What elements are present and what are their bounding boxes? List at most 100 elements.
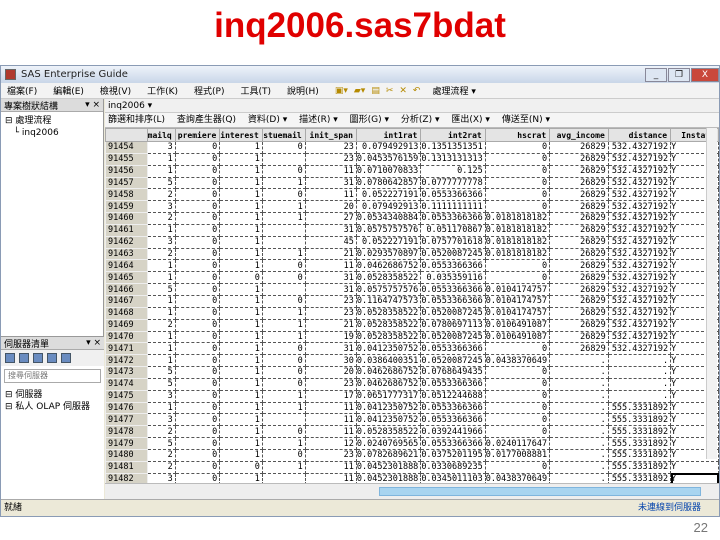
table-cell[interactable]: 0 <box>219 461 263 474</box>
table-cell[interactable]: 1 <box>219 449 263 462</box>
table-cell[interactable]: 2 <box>147 461 176 474</box>
filter-sort-button[interactable]: 篩選和排序(L) <box>108 115 165 125</box>
table-cell[interactable]: 555.3331892 <box>608 402 672 415</box>
table-cell[interactable]: 31 <box>305 224 357 237</box>
table-cell[interactable]: 30 <box>305 354 357 368</box>
table-cell[interactable]: 20 <box>305 200 357 214</box>
table-cell[interactable]: 0.0780697113 <box>420 319 486 332</box>
list-icon[interactable] <box>61 353 71 363</box>
table-cell[interactable]: 1 <box>147 307 176 320</box>
column-header-int1rat[interactable]: int1rat <box>355 128 422 142</box>
table-cell[interactable]: 0.0520087245 <box>420 354 486 368</box>
save-icon[interactable]: ▤ <box>371 86 380 96</box>
table-cell[interactable]: 11 <box>305 188 357 202</box>
table-cell[interactable]: 1 <box>262 248 306 261</box>
table-cell[interactable]: 0.0240769565 <box>356 437 422 450</box>
table-cell[interactable]: 1 <box>219 354 263 368</box>
row-number[interactable]: 91457 <box>105 176 148 190</box>
table-cell[interactable]: 0 <box>485 141 551 154</box>
table-cell[interactable]: 0 <box>175 354 221 368</box>
table-cell[interactable]: 0.1164747573 <box>356 295 422 308</box>
table-cell[interactable]: 1 <box>219 413 263 427</box>
horizontal-scrollbar[interactable] <box>105 483 719 499</box>
table-cell[interactable]: 11 <box>305 165 357 178</box>
server-item-olap[interactable]: ⊟ 私人 OLAP 伺服器 <box>5 401 100 413</box>
table-cell[interactable]: 0 <box>175 319 221 332</box>
row-number[interactable]: 91471 <box>105 342 148 356</box>
table-cell[interactable]: 0.0534340884 <box>356 212 422 225</box>
table-cell[interactable]: 0 <box>485 413 551 427</box>
table-cell[interactable]: 0.0553366366 <box>420 402 486 415</box>
table-cell[interactable]: 26829 <box>549 307 609 320</box>
row-number[interactable]: 91476 <box>105 401 148 415</box>
table-cell[interactable]: 1 <box>147 331 176 344</box>
table-cell[interactable]: 0 <box>262 165 306 178</box>
table-cell[interactable]: . <box>549 425 609 439</box>
table-cell[interactable]: 0 <box>175 200 221 214</box>
row-number[interactable]: 91466 <box>105 283 148 296</box>
table-cell[interactable]: 0.0528358522 <box>356 331 422 344</box>
table-cell[interactable]: 532.4327192 <box>608 212 672 225</box>
table-cell[interactable]: 0.0392441966 <box>420 425 486 439</box>
row-number[interactable]: 91475 <box>105 389 148 403</box>
table-cell[interactable]: 0 <box>175 307 221 320</box>
table-cell[interactable]: . <box>549 461 609 474</box>
table-cell[interactable]: 555.3331892 <box>608 437 672 450</box>
table-cell[interactable]: 0 <box>485 402 551 415</box>
table-cell[interactable]: 2 <box>147 425 176 439</box>
table-cell[interactable]: 0.0106491087 <box>485 331 551 344</box>
table-cell[interactable]: 0.0181818182 <box>485 236 551 249</box>
table-cell[interactable]: 0.0782689621 <box>356 449 422 462</box>
column-header-int2rat[interactable]: int2rat <box>420 128 486 142</box>
tree-item-process-flow[interactable]: ⊟ 處理流程 <box>5 115 99 127</box>
table-cell[interactable]: 26829 <box>549 165 609 178</box>
undo-icon[interactable]: ↶ <box>413 86 421 96</box>
table-cell[interactable]: 0.0104174757 <box>485 307 551 320</box>
table-cell[interactable]: 0 <box>485 366 551 379</box>
table-cell[interactable]: 0 <box>262 378 306 391</box>
table-cell[interactable]: 23 <box>305 153 357 166</box>
table-cell[interactable]: Y <box>670 461 719 474</box>
table-cell[interactable]: 2 <box>147 319 176 332</box>
table-cell[interactable] <box>262 153 306 166</box>
row-number[interactable]: 91464 <box>105 259 148 273</box>
table-cell[interactable]: 532.4327192 <box>608 295 672 308</box>
table-cell[interactable]: 0 <box>175 212 221 225</box>
table-cell[interactable]: 26829 <box>549 319 609 332</box>
table-cell[interactable]: 1 <box>219 319 263 332</box>
table-cell[interactable]: 0.0412350752 <box>356 413 422 427</box>
table-cell[interactable]: 0.0575757576 <box>356 283 422 296</box>
table-cell[interactable]: 1 <box>262 212 306 225</box>
table-cell[interactable]: 0.1313131313 <box>420 153 486 166</box>
send-to-menu[interactable]: 傳送至(N) ▾ <box>502 115 550 125</box>
table-cell[interactable]: 23 <box>305 141 357 154</box>
table-cell[interactable]: 532.4327192 <box>608 236 672 249</box>
table-cell[interactable]: 0.0452301888 <box>356 461 422 474</box>
table-cell[interactable]: 0.0181818182 <box>485 248 551 261</box>
table-cell[interactable]: 1 <box>219 390 263 403</box>
table-cell[interactable]: 0 <box>175 402 221 415</box>
table-cell[interactable]: 0 <box>485 177 551 190</box>
table-cell[interactable]: 45 <box>305 236 357 249</box>
table-cell[interactable]: 532.4327192 <box>608 271 672 285</box>
table-cell[interactable]: 1 <box>147 295 176 308</box>
row-number[interactable]: 91460 <box>105 212 148 225</box>
table-cell[interactable]: 1 <box>219 165 263 178</box>
folder-icon[interactable] <box>19 353 29 363</box>
table-cell[interactable]: 532.4327192 <box>608 248 672 261</box>
row-number[interactable]: 91479 <box>105 437 148 450</box>
table-cell[interactable]: 1 <box>262 390 306 403</box>
table-cell[interactable]: 0 <box>175 331 221 344</box>
table-cell[interactable]: 0.035359116 <box>420 271 486 285</box>
table-cell[interactable]: 2 <box>147 248 176 261</box>
new-icon[interactable]: ▣▾ <box>335 86 348 96</box>
row-number[interactable]: 91458 <box>105 188 148 202</box>
table-cell[interactable]: 0.052227191 <box>356 236 422 249</box>
table-cell[interactable] <box>262 236 306 249</box>
table-cell[interactable]: 1 <box>147 153 176 166</box>
table-cell[interactable]: 1 <box>219 402 263 415</box>
table-cell[interactable]: 0.0777777778 <box>420 177 486 190</box>
table-cell[interactable]: 2 <box>147 212 176 225</box>
globe-icon[interactable] <box>47 353 57 363</box>
table-cell[interactable]: 0 <box>262 366 306 379</box>
